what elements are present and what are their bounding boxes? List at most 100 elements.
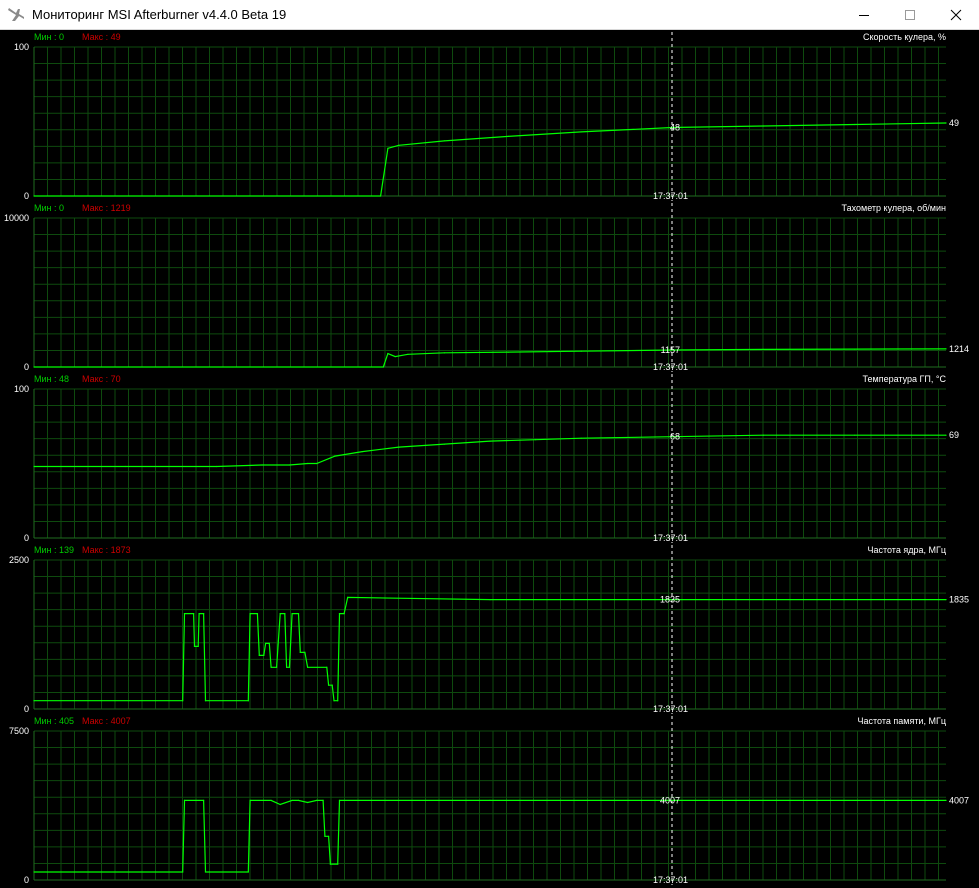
- data-point: [270, 666, 272, 668]
- y-max-label: 10000: [4, 213, 29, 223]
- minimize-button[interactable]: [841, 0, 887, 30]
- data-point: [284, 613, 286, 615]
- data-point: [945, 348, 947, 350]
- cursor-time-label: 17:37:01: [653, 533, 688, 543]
- data-point: [256, 613, 259, 615]
- data-point: [316, 462, 318, 465]
- data-point: [288, 666, 290, 668]
- data-point: [288, 464, 290, 466]
- data-point: [327, 835, 330, 837]
- current-value: 1214: [949, 344, 969, 354]
- data-point: [763, 348, 765, 351]
- cursor-value: 1835: [660, 595, 680, 605]
- data-point: [387, 147, 389, 149]
- hardware-monitor-panel[interactable]: Мин : 0 Макс : 49 Скорость кулера, % 100 0 17…: [0, 30, 979, 888]
- y-min-label: 0: [24, 875, 29, 885]
- data-point: [198, 613, 200, 615]
- cursor-time-label: 17:37:01: [653, 362, 688, 372]
- graph-title: Частота ядра, МГц: [867, 545, 946, 555]
- data-point: [261, 464, 263, 466]
- cursor-time-label: 17:37:01: [653, 191, 688, 201]
- data-point: [338, 799, 341, 801]
- data-point: [443, 352, 445, 354]
- data-point: [307, 666, 309, 668]
- y-min-label: 0: [24, 704, 29, 714]
- max-label: Макс : 1219: [82, 203, 131, 213]
- data-point: [443, 443, 445, 445]
- data-point: [249, 799, 251, 801]
- data-point: [258, 654, 260, 656]
- graph-title: Тахометр кулера, об/мин: [842, 203, 947, 213]
- data-point: [263, 654, 265, 656]
- data-point: [387, 352, 389, 355]
- data-point: [507, 135, 509, 137]
- window-title: Мониторинг MSI Afterburner v4.4.0 Beta 1…: [32, 7, 287, 22]
- data-point: [279, 803, 281, 806]
- graph-title: Температура ГП, °C: [863, 374, 947, 384]
- data-point: [286, 666, 288, 668]
- data-point: [334, 455, 336, 457]
- series-line: [34, 799, 946, 873]
- data-point: [945, 799, 947, 801]
- min-label: Мин : 0: [34, 203, 64, 213]
- current-value: 69: [949, 430, 959, 440]
- maximize-icon: [905, 10, 915, 20]
- data-point: [275, 666, 278, 668]
- data-point: [291, 799, 293, 801]
- data-point: [580, 350, 582, 352]
- data-point: [193, 645, 196, 648]
- max-label: Макс : 49: [82, 32, 121, 42]
- data-point: [337, 863, 339, 865]
- data-point: [443, 140, 445, 142]
- graph-title: Скорость кулера, %: [863, 32, 946, 42]
- data-point: [327, 684, 330, 686]
- y-max-label: 2500: [9, 555, 29, 565]
- data-point: [304, 651, 306, 653]
- cursor-value: 4007: [660, 795, 680, 805]
- data-point: [247, 871, 249, 873]
- data-point: [580, 131, 582, 133]
- data-point: [945, 122, 947, 124]
- cursor-value: 1157: [661, 345, 680, 355]
- data-point: [203, 799, 205, 801]
- data-point: [580, 437, 582, 439]
- min-label: Мин : 0: [34, 32, 64, 42]
- data-point: [322, 799, 324, 801]
- max-label: Макс : 1873: [82, 545, 131, 555]
- data-point: [307, 801, 309, 804]
- data-point: [382, 366, 384, 368]
- window-titlebar[interactable]: Мониторинг MSI Afterburner v4.4.0 Beta 1…: [0, 0, 979, 30]
- current-value: 1835: [949, 595, 969, 605]
- monitor-graphs: Мин : 0 Макс : 49 Скорость кулера, % 100 0 17…: [4, 32, 969, 885]
- close-button[interactable]: [933, 0, 979, 30]
- data-point: [337, 700, 339, 702]
- data-point: [291, 613, 293, 615]
- current-value: 49: [949, 118, 959, 128]
- data-point: [204, 871, 207, 873]
- data-point: [265, 642, 267, 645]
- data-point: [316, 799, 318, 801]
- data-point: [33, 871, 35, 873]
- data-point: [124, 465, 126, 468]
- series-line: [34, 122, 947, 197]
- data-point: [407, 353, 409, 355]
- data-point: [297, 613, 300, 615]
- data-point: [247, 700, 249, 702]
- data-point: [324, 835, 326, 837]
- data-point: [945, 434, 947, 436]
- data-point: [326, 666, 328, 668]
- data-point: [197, 645, 199, 648]
- data-point: [489, 440, 491, 442]
- maximize-button[interactable]: [887, 0, 933, 30]
- data-point: [307, 462, 309, 465]
- data-point: [182, 700, 184, 702]
- data-point: [945, 599, 947, 601]
- data-point: [535, 439, 537, 441]
- max-label: Макс : 4007: [82, 716, 131, 726]
- min-label: Мин : 139: [34, 545, 74, 555]
- series-line: [34, 434, 946, 468]
- series-line: [34, 348, 947, 368]
- data-point: [394, 355, 396, 358]
- data-point: [33, 366, 35, 368]
- data-point: [343, 613, 345, 615]
